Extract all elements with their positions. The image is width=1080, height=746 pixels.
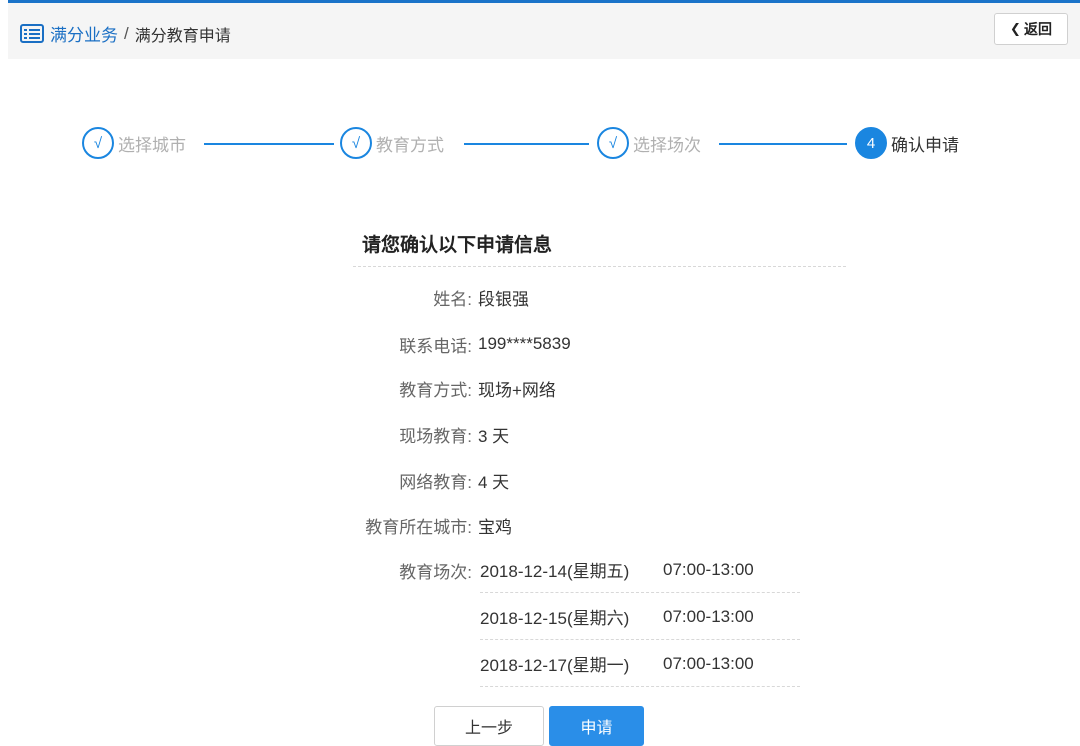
apply-button[interactable]: 申请: [549, 706, 644, 746]
session-date: 2018-12-15(星期六): [480, 609, 630, 628]
step-select-city: √ 选择城市: [82, 127, 186, 159]
step-label: 选择城市: [118, 135, 186, 155]
session-date: 2018-12-17(星期一): [480, 656, 630, 675]
field-label: 教育方式:: [399, 380, 472, 400]
session-time: 07:00-13:00: [663, 606, 754, 626]
check-icon: √: [82, 127, 114, 159]
field-value: 段银强: [478, 289, 529, 309]
breadcrumb-separator: /: [124, 23, 129, 43]
info-row-onsite: 现场教育: 3 天: [330, 420, 930, 448]
divider: [353, 266, 846, 267]
info-row-city: 教育所在城市: 宝鸡: [330, 511, 930, 539]
field-label: 教育场次:: [399, 562, 472, 582]
back-button[interactable]: ❮ 返回: [994, 13, 1068, 45]
session-time: 07:00-13:00: [663, 559, 754, 579]
breadcrumb: 满分业务 / 满分教育申请: [20, 21, 231, 46]
breadcrumb-current: 满分教育申请: [134, 27, 231, 45]
session-time: 07:00-13:00: [663, 653, 754, 673]
page-header: 满分业务 / 满分教育申请 ❮ 返回: [8, 3, 1080, 59]
field-label: 姓名:: [433, 289, 472, 309]
info-row-phone: 联系电话: 199****5839: [330, 330, 930, 358]
back-button-label: 返回: [1023, 21, 1052, 37]
field-value: 现场+网络: [478, 380, 556, 400]
chevron-left-icon: ❮: [1010, 21, 1021, 36]
step-select-session: √ 选择场次: [597, 127, 701, 159]
check-icon: √: [597, 127, 629, 159]
field-value: 宝鸡: [478, 517, 512, 537]
field-value: 199****5839: [478, 334, 571, 353]
info-row-name: 姓名: 段银强: [330, 283, 930, 311]
info-row-mode: 教育方式: 现场+网络: [330, 374, 930, 402]
session-row: 2018-12-17(星期一) 07:00-13:00: [480, 641, 800, 687]
prev-step-button[interactable]: 上一步: [434, 706, 544, 746]
field-value: 3 天: [478, 426, 510, 446]
check-icon: √: [340, 127, 372, 159]
session-row: 2018-12-15(星期六) 07:00-13:00: [480, 594, 800, 640]
list-icon: [20, 24, 44, 43]
step-confirm: 4 确认申请: [855, 127, 959, 159]
session-date: 2018-12-14(星期五): [480, 562, 630, 581]
field-label: 教育所在城市:: [365, 517, 472, 537]
field-label: 网络教育:: [399, 472, 472, 492]
step-label: 确认申请: [891, 135, 959, 155]
step-education-mode: √ 教育方式: [340, 127, 444, 159]
step-number-badge: 4: [855, 127, 887, 159]
field-value: 4 天: [478, 472, 510, 492]
step-connector: [204, 143, 334, 145]
step-connector: [464, 143, 589, 145]
field-label: 联系电话:: [399, 336, 472, 356]
session-row: 2018-12-14(星期五) 07:00-13:00: [480, 547, 800, 593]
breadcrumb-parent-link[interactable]: 满分业务: [50, 21, 118, 46]
confirm-title: 请您确认以下申请信息: [362, 235, 553, 256]
info-row-online: 网络教育: 4 天: [330, 466, 930, 494]
progress-steps: √ 选择城市 √ 教育方式 √ 选择场次 4 确认申请: [0, 123, 1080, 163]
step-label: 教育方式: [376, 135, 444, 155]
field-label: 现场教育:: [399, 426, 472, 446]
step-connector: [719, 143, 847, 145]
step-label: 选择场次: [633, 135, 701, 155]
